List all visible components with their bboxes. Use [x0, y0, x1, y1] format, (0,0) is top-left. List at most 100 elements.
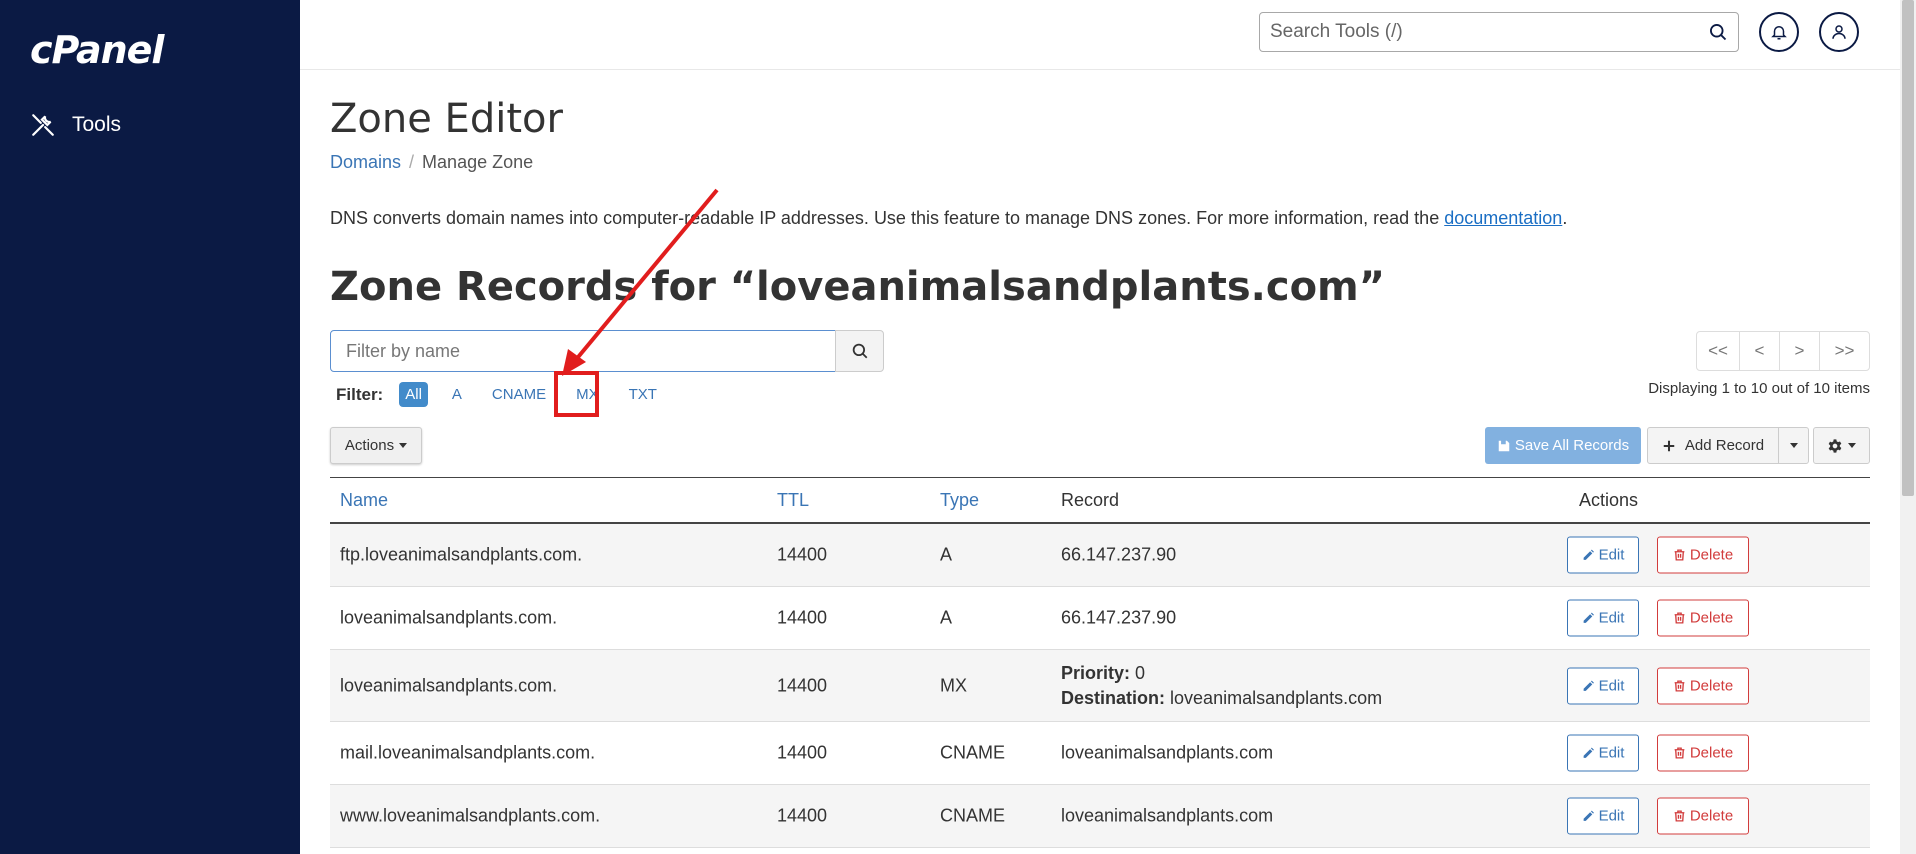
destination-label: Destination:: [1061, 687, 1166, 708]
documentation-link[interactable]: documentation: [1444, 208, 1562, 228]
sidebar-item-tools[interactable]: Tools: [30, 112, 121, 138]
last-page-button[interactable]: >>: [1819, 331, 1870, 371]
page-description: DNS converts domain names into computer-…: [330, 208, 1567, 229]
record-name: ftp.loveanimalsandplants.com.: [340, 544, 583, 565]
edit-label: Edit: [1598, 609, 1625, 627]
notifications-button[interactable]: [1759, 12, 1799, 52]
mx-priority: Priority: 0: [1061, 661, 1382, 686]
add-record-button[interactable]: Add Record: [1647, 427, 1779, 464]
delete-button[interactable]: Delete: [1657, 536, 1749, 574]
next-page-button[interactable]: >: [1779, 331, 1820, 371]
sidebar: cPanel Tools: [0, 0, 300, 854]
search-icon[interactable]: [1708, 22, 1728, 42]
table-row: ftp.loveanimalsandplants.com. 14400 A 66…: [330, 524, 1870, 587]
record-value: loveanimalsandplants.com: [1061, 805, 1274, 826]
record-value: 66.147.237.90: [1061, 544, 1177, 565]
filter-a[interactable]: A: [446, 382, 468, 407]
description-text: DNS converts domain names into computer-…: [330, 208, 1445, 228]
pencil-icon: [1583, 747, 1594, 758]
plus-icon: [1663, 440, 1675, 451]
record-ttl: 14400: [777, 607, 828, 628]
table-row: mail.loveanimalsandplants.com. 14400 CNA…: [330, 722, 1870, 785]
column-header-ttl[interactable]: TTL: [777, 490, 809, 511]
record-name: loveanimalsandplants.com.: [340, 675, 558, 695]
delete-button[interactable]: Delete: [1657, 797, 1749, 835]
breadcrumb-current: Manage Zone: [422, 152, 534, 172]
breadcrumb-domains-link[interactable]: Domains: [330, 152, 401, 172]
edit-button[interactable]: Edit: [1567, 797, 1639, 835]
first-page-button[interactable]: <<: [1696, 331, 1740, 371]
trash-icon: [1674, 549, 1685, 561]
record-ttl: 14400: [777, 675, 828, 695]
edit-label: Edit: [1598, 546, 1625, 564]
pencil-icon: [1583, 810, 1594, 821]
record-type: A: [940, 544, 953, 565]
edit-button[interactable]: Edit: [1567, 536, 1639, 574]
save-all-label: Save All Records: [1514, 437, 1630, 454]
pagination: << < > >>: [1696, 331, 1870, 371]
zone-records-title: Zone Records for “loveanimalsandplants.c…: [330, 264, 1386, 310]
user-icon: [1832, 25, 1846, 39]
user-menu-button[interactable]: [1819, 12, 1859, 52]
delete-button[interactable]: Delete: [1657, 734, 1749, 772]
record-ttl: 14400: [777, 742, 828, 763]
filter-label: Filter:: [336, 384, 384, 404]
type-filter: Filter: All A CNAME MX TXT: [336, 382, 681, 407]
prev-page-button[interactable]: <: [1739, 331, 1780, 371]
breadcrumb: Domains / Manage Zone: [330, 152, 533, 173]
trash-icon: [1674, 810, 1685, 822]
filter-by-name-input[interactable]: [330, 330, 836, 372]
annotation-highlight-box: [554, 371, 599, 417]
delete-label: Delete: [1689, 546, 1734, 564]
filter-search-button[interactable]: [835, 330, 884, 372]
delete-label: Delete: [1689, 744, 1734, 762]
cpanel-logo[interactable]: cPanel: [30, 28, 164, 72]
record-value-mx: Priority: 0 Destination: loveanimalsandp…: [1061, 661, 1382, 711]
table-body: ftp.loveanimalsandplants.com. 14400 A 66…: [330, 524, 1870, 848]
table-row: loveanimalsandplants.com. 14400 A 66.147…: [330, 587, 1870, 650]
record-value: loveanimalsandplants.com: [1061, 742, 1274, 763]
page-title: Zone Editor: [330, 96, 563, 142]
delete-label: Delete: [1689, 677, 1734, 694]
edit-button[interactable]: Edit: [1567, 599, 1639, 637]
pencil-icon: [1583, 549, 1594, 560]
record-type: A: [940, 607, 953, 628]
edit-label: Edit: [1598, 677, 1625, 694]
record-value: 66.147.237.90: [1061, 607, 1177, 628]
zone-records-table: Name TTL Type Record Actions ftp.loveani…: [330, 477, 1870, 848]
table-row: loveanimalsandplants.com. 14400 MX Prior…: [330, 650, 1870, 722]
record-type: CNAME: [940, 742, 1006, 763]
column-header-type[interactable]: Type: [940, 490, 979, 511]
description-end: .: [1562, 208, 1568, 228]
topbar: [300, 0, 1900, 70]
breadcrumb-separator: /: [409, 152, 415, 172]
record-type: CNAME: [940, 805, 1006, 826]
caret-down-icon: [399, 443, 408, 448]
filter-cname[interactable]: CNAME: [486, 382, 552, 407]
edit-button[interactable]: Edit: [1567, 667, 1639, 704]
settings-dropdown-button[interactable]: [1813, 427, 1870, 464]
mx-destination: Destination: loveanimalsandplants.com: [1061, 686, 1382, 711]
delete-button[interactable]: Delete: [1657, 667, 1749, 704]
scrollbar-thumb[interactable]: [1902, 0, 1914, 496]
table-row: www.loveanimalsandplants.com. 14400 CNAM…: [330, 785, 1870, 848]
actions-dropdown-button[interactable]: Actions: [330, 427, 422, 464]
filter-txt[interactable]: TXT: [623, 382, 663, 407]
edit-button[interactable]: Edit: [1567, 734, 1639, 772]
actions-label: Actions: [344, 437, 395, 454]
search-icon: [852, 343, 867, 359]
tools-search-input[interactable]: [1270, 21, 1708, 43]
tools-search-box[interactable]: [1259, 12, 1739, 52]
delete-button[interactable]: Delete: [1657, 599, 1749, 637]
save-all-records-button[interactable]: Save All Records: [1485, 427, 1641, 464]
filter-all[interactable]: All: [399, 382, 428, 407]
bell-icon: [1771, 26, 1787, 40]
column-header-name[interactable]: Name: [340, 490, 388, 511]
trash-icon: [1674, 612, 1685, 624]
add-record-label: Add Record: [1684, 437, 1765, 454]
caret-down-icon: [1789, 443, 1798, 448]
record-name: loveanimalsandplants.com.: [340, 607, 558, 628]
page-scrollbar[interactable]: [1900, 0, 1916, 854]
record-ttl: 14400: [777, 805, 828, 826]
add-record-dropdown-toggle[interactable]: [1778, 427, 1809, 464]
